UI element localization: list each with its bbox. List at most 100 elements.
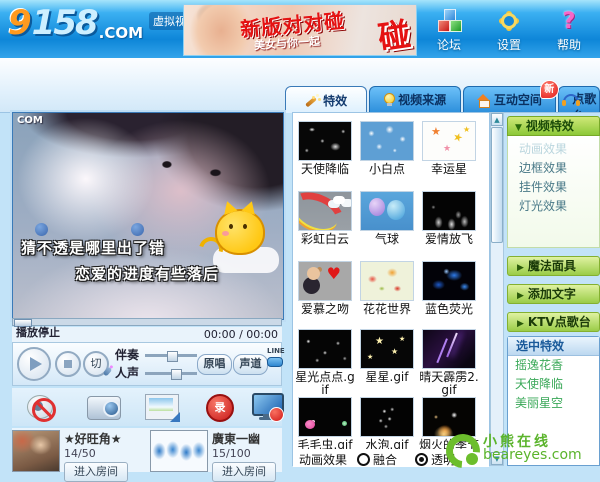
accompaniment-slider[interactable]: [145, 354, 197, 357]
add-text-label: 添加文字: [528, 287, 576, 301]
karaoke-lyric-line1: 猜不透是哪里出了错: [21, 237, 165, 258]
snapshot-button[interactable]: [86, 390, 120, 422]
record-button[interactable]: 录: [204, 390, 234, 422]
effect-thumbnail[interactable]: [360, 261, 414, 301]
effect-thumbnail[interactable]: [298, 191, 352, 231]
sidebar-item-light-effects[interactable]: 灯光效果: [508, 197, 599, 216]
seek-bar[interactable]: [12, 318, 282, 326]
effect-item[interactable]: 水泡.gif: [357, 397, 417, 452]
sidebar-item-border-effects[interactable]: 边框效果: [508, 159, 599, 178]
original-vocal-button[interactable]: 原唱: [197, 354, 232, 375]
scroll-up-arrow[interactable]: ▲: [491, 113, 503, 126]
effect-label: 花花世界: [357, 303, 417, 316]
new-badge: 新: [540, 80, 559, 99]
right-sidebar: ▼视频特效 动画效果 边框效果 挂件效果 灯光效果 ▶魔法面具 ▶添加文字 ▶K…: [507, 116, 600, 466]
cat-pendant-overlay: [199, 197, 279, 273]
player-controls: 切 伴奏 人声 原唱 声道 LINE: [12, 342, 282, 386]
slider-handle[interactable]: [167, 351, 178, 362]
tab-effects[interactable]: 特效: [285, 86, 367, 113]
effect-thumbnail[interactable]: ★★★★: [360, 329, 414, 369]
selected-effect-item[interactable]: 天使降临: [508, 375, 599, 394]
effect-label: 蓝色荧光: [419, 303, 479, 316]
effect-item[interactable]: 星光点点.gif: [295, 329, 355, 397]
effect-item[interactable]: 小白点: [357, 121, 417, 176]
room-user-count: 14/50: [64, 447, 96, 460]
sidebar-item-animation-effects[interactable]: 动画效果: [508, 140, 599, 159]
effect-dot: [35, 223, 48, 236]
effect-thumbnail[interactable]: [360, 121, 414, 161]
selected-effect-item[interactable]: 摇逸花香: [508, 356, 599, 375]
effect-item[interactable]: 天使降临: [295, 121, 355, 176]
effect-item[interactable]: 晴天霹雳2.gif: [419, 329, 479, 397]
ad-banner[interactable]: 新版对对碰 美女与你一起 碰: [183, 4, 417, 56]
radio-icon-selected[interactable]: [415, 453, 428, 466]
scrollbar-thumb[interactable]: [491, 127, 503, 243]
ktv-label: KTV点歌台: [528, 315, 591, 329]
audio-channel-button[interactable]: 声道: [233, 354, 268, 375]
enter-room-button[interactable]: 进入房间: [212, 462, 276, 482]
effect-thumbnail[interactable]: [422, 261, 476, 301]
effect-thumbnail[interactable]: [298, 121, 352, 161]
tab-ktv[interactable]: KTV点歌台: [558, 86, 600, 112]
header-nav: 论坛 设置 ? 帮助: [426, 8, 592, 53]
blend-radio[interactable]: 融合: [357, 451, 397, 468]
forum-label: 论坛: [426, 36, 472, 53]
webcam-video[interactable]: COM 猜不透是哪里出了错 恋爱的进度有些落后: [13, 113, 283, 319]
sidebar-item-pendant-effects[interactable]: 挂件效果: [508, 178, 599, 197]
stop-button[interactable]: [55, 351, 81, 377]
star-icon: ★: [391, 346, 398, 357]
settings-button[interactable]: 设置: [486, 8, 532, 53]
radio-icon[interactable]: [357, 453, 370, 466]
effect-thumbnail[interactable]: [422, 397, 476, 437]
magic-wand-icon: [305, 94, 319, 107]
star-icon: ★: [443, 144, 451, 155]
effect-item[interactable]: ♥爱慕之吻: [295, 261, 355, 316]
gear-icon: [497, 9, 521, 33]
line-in-toggle[interactable]: LINE: [267, 347, 281, 367]
effect-item[interactable]: 彩虹白云: [295, 191, 355, 246]
disable-camera-button[interactable]: [24, 390, 56, 422]
add-text-section-header[interactable]: ▶添加文字: [507, 284, 600, 304]
tab-interactive-space[interactable]: 互动空间 新: [463, 86, 556, 112]
photo-album-button[interactable]: [144, 390, 180, 422]
settings-label: 设置: [486, 36, 532, 53]
effect-item[interactable]: 气球: [357, 191, 417, 246]
effect-item[interactable]: ★★★★幸运星: [419, 121, 479, 176]
magic-mask-section-header[interactable]: ▶魔法面具: [507, 256, 600, 276]
watermark-en: beareyes.com: [483, 449, 582, 462]
effects-scrollbar[interactable]: ▲ ▼: [490, 112, 504, 466]
effect-thumbnail[interactable]: [298, 397, 352, 437]
effect-item[interactable]: 爱情放飞: [419, 191, 479, 246]
ktv-section-header[interactable]: ▶KTV点歌台: [507, 312, 600, 332]
enter-room-button[interactable]: 进入房间: [64, 462, 128, 482]
selected-effect-item[interactable]: 美丽星空: [508, 394, 599, 413]
effect-thumbnail[interactable]: [360, 397, 414, 437]
effect-thumbnail[interactable]: [298, 329, 352, 369]
effect-item[interactable]: 花花世界: [357, 261, 417, 316]
red-badge-icon: [269, 407, 284, 422]
desktop-share-button[interactable]: [250, 390, 284, 424]
karaoke-lyric-line2: 恋爱的进度有些落后: [75, 263, 219, 284]
effect-item[interactable]: 毛毛虫.gif: [295, 397, 355, 452]
tab-interactive-space-label: 互动空间: [494, 91, 542, 108]
vocal-label: 人声: [115, 364, 139, 381]
slider-handle[interactable]: [171, 369, 182, 380]
help-button[interactable]: ? 帮助: [546, 8, 592, 53]
forum-button[interactable]: 论坛: [426, 8, 472, 53]
watermark: 小熊在线 beareyes.com: [444, 433, 582, 465]
line-switch[interactable]: [267, 357, 283, 367]
chevron-right-icon: ▶: [517, 263, 524, 273]
effect-dot: [131, 223, 144, 236]
effect-thumbnail[interactable]: [422, 191, 476, 231]
play-button[interactable]: [17, 347, 51, 381]
vocal-slider[interactable]: [145, 372, 197, 375]
effect-thumbnail[interactable]: ★★★★: [422, 121, 476, 161]
tab-video-source[interactable]: 视频来源: [369, 86, 461, 112]
effect-item[interactable]: 蓝色荧光: [419, 261, 479, 316]
video-effects-section-header[interactable]: ▼视频特效: [507, 116, 600, 136]
effect-label: 彩虹白云: [295, 233, 355, 246]
effect-thumbnail[interactable]: [360, 191, 414, 231]
effect-item[interactable]: ★★★★星星.gif: [357, 329, 417, 384]
effect-thumbnail[interactable]: [422, 329, 476, 369]
effect-thumbnail[interactable]: ♥: [298, 261, 352, 301]
